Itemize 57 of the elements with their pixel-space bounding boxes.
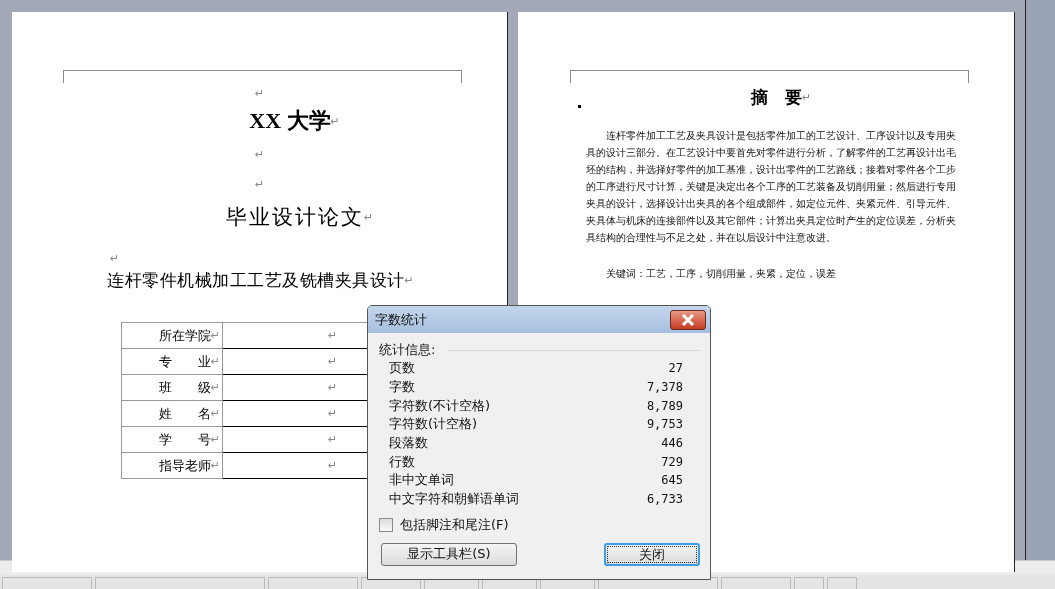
paragraph-mark: ↵ [328, 329, 338, 342]
stat-value: 27 [668, 361, 683, 376]
abstract-title: 摘 要 [750, 85, 802, 109]
stat-label: 字符数(不计空格) [389, 396, 491, 415]
close-button[interactable] [670, 309, 706, 330]
checkbox[interactable] [379, 517, 393, 532]
paragraph-mark: ↵ [328, 459, 338, 472]
paragraph-mark: ↵ [210, 355, 220, 368]
thesis-topic: 连杆零件机械加工工艺及铣槽夹具设计 [107, 268, 405, 292]
paragraph-mark: ↵ [110, 252, 120, 265]
paragraph-mark: ↵ [404, 273, 414, 287]
paragraph-mark: ↵ [210, 381, 220, 394]
field-label: 班 级 [158, 378, 211, 397]
stat-label: 非中文单词 [389, 471, 454, 490]
university-title: XX 大学 [249, 107, 331, 135]
paragraph-mark: ↵ [210, 407, 220, 420]
abstract-paragraph: 连杆零件加工工艺及夹具设计是包括零件加工的工艺设计、工序设计以及专用夹具的设计三部分。在工艺设计中要首先对零件进行分析，了解零件的工艺再设计出毛坯的结构，并选择好零件的加工基准，设计出零件的工艺路线；接着对零件各个工步的工序进行尺寸计算，关键是决定出各个工序的工艺装备及切削用量；然后进行专用夹具的设计，选择设计出夹具的各个组成部件，如定位元件、夹紧元件、引导元件、夹具体与机床的连接部件以及其它部件；计算出夹具定位时产生的定位误差，分析夹具结构的合理性与不足之处，并在以后设计中注意改进。 [586, 129, 956, 245]
paragraph-mark: ↵ [328, 433, 338, 446]
stat-label: 中文字符和朝鲜语单词 [389, 490, 519, 509]
thesis-title: 毕业设计论文 [225, 204, 364, 231]
paragraph-mark: ↵ [328, 407, 338, 420]
stat-value: 729 [661, 454, 683, 469]
keywords-text: 关键词：工艺，工序，切削用量，夹紧，定位，误差 [606, 267, 837, 281]
stat-label: 字符数(计空格) [389, 415, 478, 434]
paragraph-mark: ↵ [328, 381, 338, 394]
stat-label: 行数 [389, 452, 415, 471]
paragraph-mark: ↵ [330, 114, 340, 128]
field-label: 所在学院 [158, 326, 211, 345]
stat-value: 645 [661, 473, 683, 488]
paragraph-mark: ↵ [801, 90, 812, 104]
paragraph-mark: ↵ [328, 355, 338, 368]
field-label: 姓 名 [158, 404, 211, 423]
field-label: 学 号 [158, 430, 211, 449]
close-dialog-button[interactable]: 关闭 [604, 542, 700, 566]
stat-value: 9,753 [646, 417, 683, 432]
close-icon [681, 313, 695, 326]
stat-value: 6,733 [646, 492, 683, 507]
paragraph-mark: ↵ [210, 329, 220, 342]
stat-label: 字数 [389, 378, 415, 397]
stat-label: 页数 [389, 359, 415, 378]
paragraph-mark: ↵ [254, 86, 265, 100]
stat-value: 8,789 [646, 398, 683, 413]
section-label: 统计信息: [379, 341, 436, 359]
paragraph-mark: ↵ [254, 177, 265, 191]
field-label: 专 业 [158, 352, 211, 371]
stat-label: 段落数 [389, 434, 428, 453]
paragraph-mark: ↵ [210, 433, 220, 446]
paragraph-mark: ↵ [363, 210, 374, 224]
stat-value: 7,378 [646, 380, 683, 395]
bullet-icon [578, 105, 581, 108]
checkbox-label[interactable]: 包括脚注和尾注(F) [400, 515, 509, 534]
stat-value: 446 [661, 436, 683, 451]
toolbar-button[interactable]: 显示工具栏(S) [381, 542, 517, 566]
dialog-title: 字数统计 [375, 310, 427, 329]
field-label: 指导老师 [158, 456, 211, 475]
paragraph-mark: ↵ [254, 147, 265, 161]
paragraph-mark: ↵ [210, 459, 220, 472]
